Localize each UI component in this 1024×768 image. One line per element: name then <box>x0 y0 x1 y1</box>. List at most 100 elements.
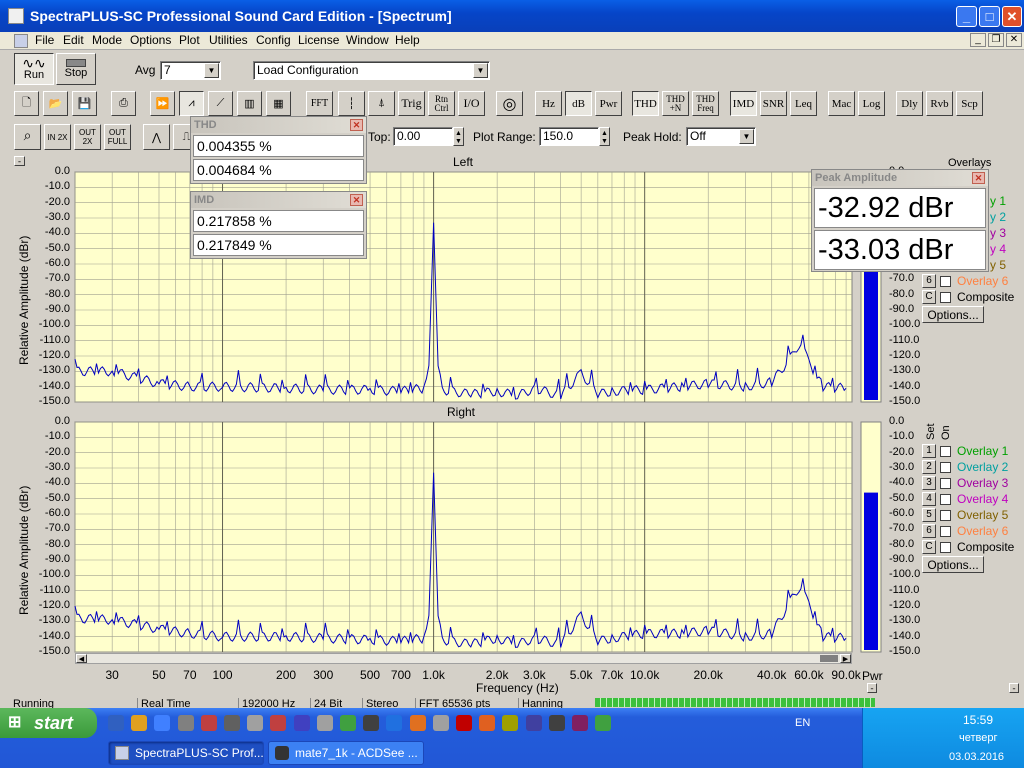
imd-value-right: 0.217849 % <box>193 234 364 256</box>
overlay-row-2: 2 Overlay 2 <box>922 460 1008 474</box>
overlay-label: Overlay 6 <box>957 524 1009 538</box>
overlay-set-button[interactable]: 6 <box>922 274 936 288</box>
x-tick-label: 70 <box>183 668 197 682</box>
y-tick-label: -60.0 <box>44 507 70 519</box>
quick-launch-icon[interactable] <box>131 715 148 731</box>
y-tick-label: -30.0 <box>44 461 70 473</box>
y-tick-label: -140.0 <box>38 379 70 392</box>
close-icon[interactable]: ✕ <box>972 172 985 184</box>
overlay-checkbox[interactable] <box>940 525 951 537</box>
y-tick-label: -20.0 <box>44 195 70 208</box>
overlay-checkbox[interactable] <box>940 509 951 521</box>
overlay-checkbox[interactable] <box>940 493 951 505</box>
quick-launch-icon[interactable] <box>525 715 542 731</box>
app-icon <box>115 746 129 760</box>
close-icon[interactable]: ✕ <box>350 119 363 131</box>
quick-launch-icon[interactable] <box>247 715 264 731</box>
overlay-row-5: 5 Overlay 5 <box>922 508 1008 522</box>
quick-launch-icon[interactable] <box>572 715 588 731</box>
quick-launch-icon[interactable] <box>177 715 194 731</box>
overlay-row-composite: C Composite <box>922 290 1014 304</box>
x-tick-label: 10.0k <box>629 668 660 682</box>
quick-launch-icon[interactable] <box>316 715 333 731</box>
thd-window[interactable]: THD ✕ 0.004355 % 0.004684 % <box>190 116 367 184</box>
quick-launch-icon[interactable] <box>108 715 124 731</box>
on-label: On <box>940 425 952 440</box>
status-window: Hanning <box>518 698 563 708</box>
quick-launch-icon[interactable] <box>154 715 171 731</box>
quick-launch-icon[interactable] <box>479 715 496 731</box>
bar-tick-label: -50.0 <box>889 491 915 504</box>
overlay-checkbox[interactable] <box>940 461 951 473</box>
quick-launch-icon[interactable] <box>432 715 449 731</box>
overlay-set-button[interactable]: 1 <box>922 444 936 458</box>
y-tick-label: -140.0 <box>38 629 70 642</box>
overlay-checkbox[interactable] <box>940 477 951 489</box>
scroll-right-icon[interactable]: ▶ <box>840 654 851 663</box>
overlay-checkbox[interactable] <box>940 445 951 457</box>
bar-tick-label: -130.0 <box>889 614 921 627</box>
overlay-set-button[interactable]: 2 <box>922 460 936 474</box>
quick-launch-icon[interactable] <box>340 715 356 731</box>
bar-tick-label: -40.0 <box>889 476 915 489</box>
overlay-set-button[interactable]: C <box>922 290 936 304</box>
overlay-row-6: 6 Overlay 6 <box>922 274 1008 288</box>
quick-launch-icon[interactable] <box>409 715 426 731</box>
imd-window[interactable]: IMD ✕ 0.217858 % 0.217849 % <box>190 191 367 259</box>
language-indicator[interactable]: EN <box>795 717 810 729</box>
right-spectrum-plot[interactable] <box>74 421 853 653</box>
quick-launch-icon[interactable] <box>270 715 287 731</box>
options-button-left[interactable]: Options... <box>922 306 984 323</box>
status-mode: Running <box>13 698 54 708</box>
acdsee-icon <box>275 746 289 760</box>
quick-launch-icon[interactable] <box>386 715 403 731</box>
overlay-label: y 2 <box>990 210 1007 224</box>
scroll-thumb[interactable] <box>820 655 838 662</box>
status-channels: Stereo <box>362 698 398 708</box>
bar-tick-label: -60.0 <box>889 507 915 519</box>
quick-launch-icon[interactable] <box>200 715 217 731</box>
y-tick-label: -50.0 <box>44 241 70 254</box>
overlay-set-button[interactable]: 3 <box>922 476 936 490</box>
scroll-left-icon[interactable]: ◀ <box>76 654 87 663</box>
start-button[interactable]: ⊞ start <box>0 708 97 738</box>
quick-launch-icon[interactable] <box>363 715 380 731</box>
task-spectraplus[interactable]: SpectraPLUS-SC Prof... <box>108 741 264 765</box>
overlay-row-4: 4 Overlay 4 <box>922 492 1008 506</box>
status-bits: 24 Bit <box>310 698 342 708</box>
quick-launch-icon[interactable] <box>595 715 612 731</box>
quick-launch-icon[interactable] <box>224 715 240 731</box>
quick-launch-icon[interactable] <box>456 715 472 731</box>
overlay-label: Overlay 5 <box>957 508 1009 522</box>
overlay-set-button[interactable]: 4 <box>922 492 936 506</box>
bar-tick-label: -80.0 <box>889 537 915 550</box>
overlay-checkbox[interactable] <box>940 541 951 553</box>
thd-value-right: 0.004684 % <box>193 159 364 181</box>
overlay-label: Composite <box>957 290 1015 304</box>
task-acdsee[interactable]: mate7_1k - ACDSee ... <box>268 741 424 765</box>
collapse-right-button[interactable]: - <box>1009 683 1019 693</box>
y-tick-label: -40.0 <box>44 476 70 489</box>
overlay-checkbox[interactable] <box>940 291 951 303</box>
overlay-set-button[interactable]: 5 <box>922 508 936 522</box>
overlay-set-button[interactable]: 6 <box>922 524 936 538</box>
quick-launch-icon[interactable] <box>548 715 565 731</box>
options-button-right[interactable]: Options... <box>922 556 984 573</box>
clock-time[interactable]: 15:59 <box>963 713 993 727</box>
y-tick-label: -10.0 <box>44 430 70 443</box>
quick-launch-icon[interactable] <box>293 715 310 731</box>
quick-launch-icon[interactable] <box>502 715 519 731</box>
overlay-checkbox[interactable] <box>940 275 951 287</box>
windows-logo-icon: ⊞ <box>8 714 22 731</box>
close-icon[interactable]: ✕ <box>350 194 363 206</box>
overlay-set-button[interactable]: C <box>922 540 936 554</box>
peak-amplitude-window[interactable]: Peak Amplitude ✕ -32.92 dBr -33.03 dBr <box>811 169 989 272</box>
collapse-bar-button[interactable]: - <box>867 683 877 693</box>
peak-window-title: Peak Amplitude ✕ <box>812 170 988 186</box>
y-tick-label: -150.0 <box>38 645 70 657</box>
bar-tick-label: -140.0 <box>889 629 921 642</box>
x-tick-label: 500 <box>360 668 381 682</box>
overlay-label: y 3 <box>990 226 1007 240</box>
horizontal-scrollbar[interactable]: ◀ ▶ <box>75 653 852 664</box>
clock-date: 03.03.2016 <box>949 751 1005 763</box>
